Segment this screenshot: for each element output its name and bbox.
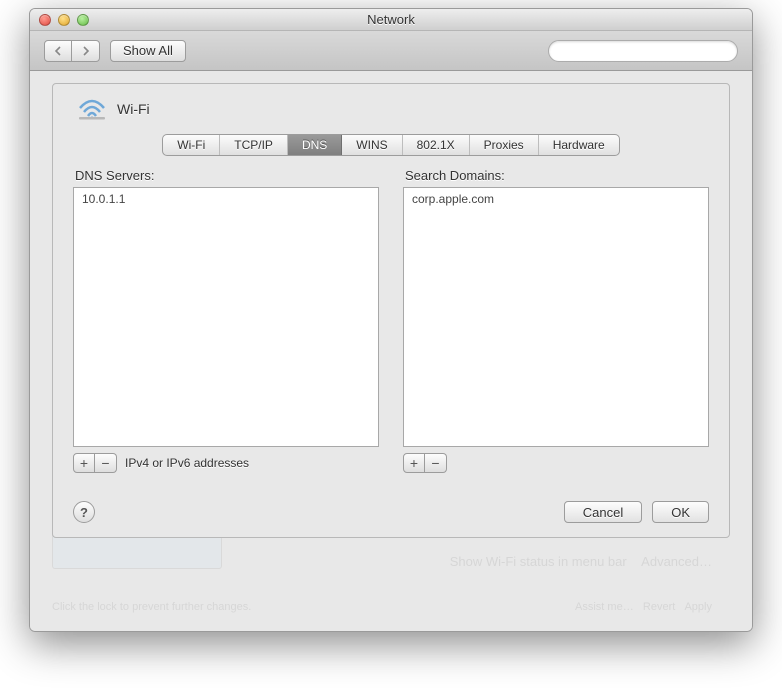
- tab-wins[interactable]: WINS: [342, 135, 402, 155]
- chevron-left-icon: [54, 46, 62, 56]
- help-icon: ?: [80, 505, 88, 520]
- cancel-button[interactable]: Cancel: [564, 501, 642, 523]
- preferences-window: Network Show All Location: Automatic Sta…: [29, 8, 753, 632]
- search-wrap: [548, 40, 738, 62]
- dns-remove-button[interactable]: −: [95, 453, 117, 473]
- zoom-button[interactable]: [77, 14, 89, 26]
- content-area: Location: Automatic Status: Connected Tu…: [30, 71, 752, 631]
- advanced-sheet: Wi-Fi Wi-Fi TCP/IP DNS WINS 802.1X Proxi…: [52, 83, 730, 538]
- dns-servers-label: DNS Servers:: [73, 168, 379, 183]
- tab-hardware[interactable]: Hardware: [539, 135, 619, 155]
- nav-buttons: [44, 40, 100, 62]
- close-button[interactable]: [39, 14, 51, 26]
- domains-addremove: + −: [403, 453, 447, 473]
- domain-remove-button[interactable]: −: [425, 453, 447, 473]
- dns-servers-footer: + − IPv4 or IPv6 addresses: [73, 453, 379, 473]
- list-item[interactable]: corp.apple.com: [404, 190, 708, 208]
- traffic-lights: [39, 14, 89, 26]
- minus-icon: −: [101, 455, 109, 471]
- search-domains-footer: + −: [403, 453, 709, 473]
- plus-icon: +: [80, 455, 88, 471]
- list-item[interactable]: 10.0.1.1: [74, 190, 378, 208]
- tab-8021x[interactable]: 802.1X: [403, 135, 470, 155]
- titlebar: Network: [30, 9, 752, 31]
- dns-servers-pane: DNS Servers: 10.0.1.1 + − IPv4 or IPv6 a…: [73, 168, 379, 473]
- tab-group: Wi-Fi TCP/IP DNS WINS 802.1X Proxies Har…: [162, 134, 619, 156]
- tab-wifi[interactable]: Wi-Fi: [163, 135, 220, 155]
- search-input[interactable]: [548, 40, 738, 62]
- search-domains-list[interactable]: corp.apple.com: [403, 187, 709, 447]
- search-domains-pane: Search Domains: corp.apple.com + −: [403, 168, 709, 473]
- sheet-footer: ? Cancel OK: [73, 501, 709, 523]
- dns-servers-list[interactable]: 10.0.1.1: [73, 187, 379, 447]
- sheet-header: Wi-Fi: [73, 98, 709, 120]
- domain-add-button[interactable]: +: [403, 453, 425, 473]
- search-domains-label: Search Domains:: [403, 168, 709, 183]
- dns-addremove: + −: [73, 453, 117, 473]
- tab-tcpip[interactable]: TCP/IP: [220, 135, 288, 155]
- dns-hint: IPv4 or IPv6 addresses: [125, 456, 249, 470]
- show-all-button[interactable]: Show All: [110, 40, 186, 62]
- help-button[interactable]: ?: [73, 501, 95, 523]
- minus-icon: −: [431, 455, 439, 471]
- chevron-right-icon: [82, 46, 90, 56]
- interface-name: Wi-Fi: [117, 101, 150, 117]
- minimize-button[interactable]: [58, 14, 70, 26]
- window-title: Network: [30, 12, 752, 27]
- dns-add-button[interactable]: +: [73, 453, 95, 473]
- tab-dns[interactable]: DNS: [288, 135, 342, 155]
- ok-button[interactable]: OK: [652, 501, 709, 523]
- plus-icon: +: [410, 455, 418, 471]
- toolbar: Show All: [30, 31, 752, 71]
- dns-panes: DNS Servers: 10.0.1.1 + − IPv4 or IPv6 a…: [73, 168, 709, 473]
- wifi-icon: [77, 98, 107, 120]
- tab-proxies[interactable]: Proxies: [470, 135, 539, 155]
- forward-button[interactable]: [72, 40, 100, 62]
- back-button[interactable]: [44, 40, 72, 62]
- tab-bar: Wi-Fi TCP/IP DNS WINS 802.1X Proxies Har…: [73, 134, 709, 156]
